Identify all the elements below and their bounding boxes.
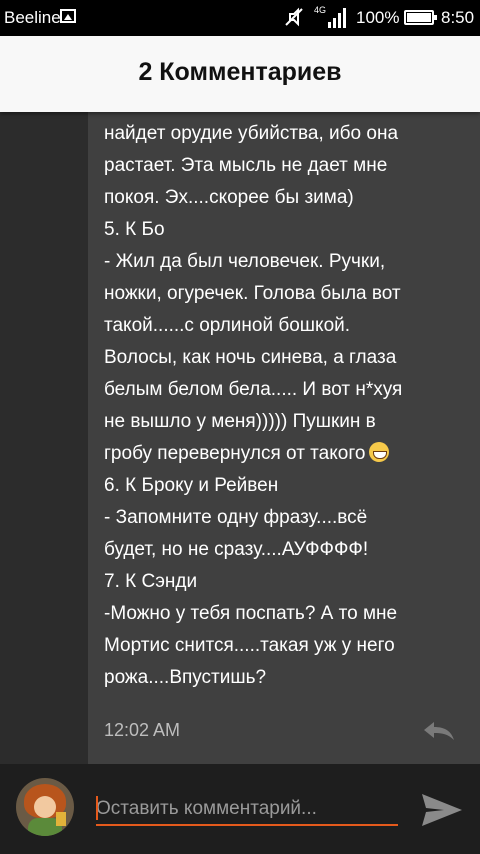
carrier-name: Beeline	[4, 8, 61, 27]
comment-text-part-1: Человека осеулькой, то никто же не найде…	[104, 123, 403, 464]
battery-percent: 100%	[356, 8, 400, 27]
signal-icon: 4G	[314, 5, 346, 28]
reply-icon[interactable]	[420, 718, 456, 742]
network-type-label: 4G	[314, 5, 326, 15]
comment-input[interactable]	[96, 794, 398, 826]
comment-timestamp: 12:02 AM	[104, 720, 181, 740]
image-notification-icon	[60, 9, 76, 23]
grin-emoji-icon	[369, 442, 390, 462]
clock: 8:50	[441, 8, 475, 27]
comment-text-part-2: 6. К Броку и Рейвен - Запомните одну фра…	[104, 475, 398, 688]
comment-input-bar	[0, 764, 480, 854]
page-title: 2 Комментариев	[138, 58, 342, 86]
status-bar: Beeline 4G 100% 8:50	[0, 0, 480, 36]
comment-list[interactable]: Человека осеулькой, то никто же не найде…	[0, 112, 480, 764]
send-icon[interactable]	[420, 792, 464, 828]
comment-body: Человека осеулькой, то никто же не найде…	[104, 112, 464, 694]
avatar[interactable]	[16, 778, 74, 836]
mute-icon	[285, 7, 303, 27]
text-cursor	[96, 796, 98, 820]
battery-icon	[404, 10, 437, 25]
comments-header: 2 Комментариев	[0, 36, 480, 112]
